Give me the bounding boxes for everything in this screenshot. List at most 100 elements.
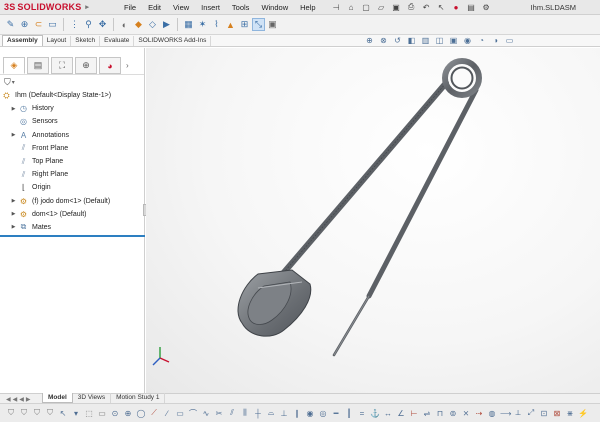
tab-model[interactable]: Model: [42, 393, 73, 403]
view-orientation-icon[interactable]: ◫: [434, 36, 445, 46]
pushpin-icon[interactable]: ⊣: [330, 3, 343, 12]
show-hidden-icon[interactable]: ◐: [118, 18, 131, 31]
menu-edit[interactable]: Edit: [142, 3, 167, 12]
quick-snaps-icon[interactable]: ⋇: [565, 409, 575, 418]
intersection-icon[interactable]: ⨯: [461, 409, 471, 418]
clearance-verification-icon[interactable]: ⊞: [238, 18, 251, 31]
tab-layout[interactable]: Layout: [43, 36, 72, 46]
solidworks-logo[interactable]: 3S SOLIDWORKS ▸: [0, 2, 118, 12]
point-icon[interactable]: ⊙: [110, 409, 120, 418]
tree-item-right-plane[interactable]: ⫽ Right Plane: [0, 168, 144, 181]
tab-3d-views[interactable]: 3D Views: [73, 393, 112, 403]
tree-rollback-bar[interactable]: [0, 235, 145, 237]
midline-icon[interactable]: ⊢: [409, 409, 419, 418]
tab-scroll-arrows-icon[interactable]: ◀◀◀▶: [6, 396, 42, 403]
rectangle-icon[interactable]: ▭: [175, 409, 185, 418]
linear-pattern-icon[interactable]: ⋮: [68, 18, 81, 31]
dynamic-annotation-icon[interactable]: ▥: [420, 36, 431, 46]
symmetric-icon[interactable]: ⇌: [422, 409, 432, 418]
vertical-icon[interactable]: ┃: [344, 409, 354, 418]
previous-view-icon[interactable]: ↺: [392, 36, 403, 46]
apply-scene-icon[interactable]: ◑: [490, 36, 501, 46]
safety-pin-model[interactable]: [146, 48, 600, 393]
edit-component-icon[interactable]: ✎: [4, 18, 17, 31]
menu-tools[interactable]: Tools: [226, 3, 256, 12]
arc-icon[interactable]: ⌒: [188, 408, 198, 419]
hide-show-items-icon[interactable]: ◉: [462, 36, 473, 46]
menu-view[interactable]: View: [167, 3, 195, 12]
feature-filter[interactable]: ⛉ ▾: [0, 75, 144, 89]
settings-gear-icon[interactable]: ⚙: [480, 3, 493, 12]
pierce-icon[interactable]: ⊚: [448, 409, 458, 418]
explode-line-sketch-icon[interactable]: ⌇: [210, 18, 223, 31]
fix-icon[interactable]: ⚓: [370, 409, 380, 418]
component-preview-icon[interactable]: ▭: [46, 18, 59, 31]
tree-item-top-plane[interactable]: ⫽ Top Plane: [0, 155, 144, 168]
filter-vertices-icon[interactable]: ⛉: [19, 408, 29, 418]
reference-triad[interactable]: [149, 345, 171, 367]
new-motion-study-icon[interactable]: ▶: [160, 18, 173, 31]
selection-dropdown-icon[interactable]: ▾: [71, 409, 81, 418]
axis-icon[interactable]: ⟋: [149, 408, 159, 418]
collinear-icon[interactable]: ⇢: [474, 409, 484, 418]
dimxpertmanager-tab-icon[interactable]: ⊕: [75, 57, 97, 74]
edit-appearance-icon[interactable]: ◔: [476, 36, 487, 46]
angle-icon[interactable]: ∠: [396, 409, 406, 418]
concentric-icon[interactable]: ◎: [318, 409, 328, 418]
tab-solidworks-add-ins[interactable]: SOLIDWORKS Add-Ins: [134, 36, 212, 46]
expand-caret-icon[interactable]: ▶: [9, 198, 18, 204]
tree-item-dom[interactable]: ▶ ⚙ dom<1> (Default): [0, 208, 144, 221]
tab-evaluate[interactable]: Evaluate: [100, 36, 135, 46]
mirror-icon[interactable]: ⫼: [240, 408, 250, 418]
view-settings-icon[interactable]: ▭: [504, 36, 515, 46]
spline-icon[interactable]: ∿: [201, 409, 211, 418]
zoom-to-fit-icon[interactable]: ⊕: [364, 36, 375, 46]
tab-sketch[interactable]: Sketch: [71, 36, 101, 46]
tree-item-front-plane[interactable]: ⫽ Front Plane: [0, 142, 144, 155]
graphics-area[interactable]: [146, 48, 600, 393]
horizontal-icon[interactable]: ━: [331, 409, 341, 418]
instant3d-icon[interactable]: ⤡: [252, 18, 265, 31]
featuremanager-tree-tab-icon[interactable]: ◈: [3, 57, 25, 74]
equal-icon[interactable]: =: [357, 409, 367, 418]
along-y-icon[interactable]: ⟂: [513, 408, 523, 418]
home-icon[interactable]: ⌂: [345, 3, 358, 12]
save-icon[interactable]: ▣: [390, 3, 403, 12]
mate-icon[interactable]: ⊂: [32, 18, 45, 31]
coradial-icon[interactable]: ◍: [487, 409, 497, 418]
interference-detection-icon[interactable]: ▲: [224, 18, 237, 31]
offset-icon[interactable]: ⫽: [227, 408, 237, 418]
merge-icon[interactable]: ⊓: [435, 409, 445, 418]
filter-toolbar-icon[interactable]: ⛉: [6, 408, 16, 418]
smart-fasteners-icon[interactable]: ⚲: [82, 18, 95, 31]
more-tabs-arrow-icon[interactable]: ›: [126, 57, 134, 74]
options-icon[interactable]: ▤: [465, 3, 478, 12]
expand-caret-icon[interactable]: ▶: [9, 211, 18, 217]
tangent-icon[interactable]: ⌓: [266, 408, 276, 418]
filter-icon[interactable]: ⛉: [4, 77, 11, 88]
tree-item-mates[interactable]: ▶ ⧉ Mates: [0, 221, 144, 234]
tab-motion-study-1[interactable]: Motion Study 1: [111, 393, 166, 403]
configurationmanager-tab-icon[interactable]: ⛶: [51, 57, 73, 74]
display-delete-relations-icon[interactable]: ⊠: [552, 409, 562, 418]
select-other-icon[interactable]: ▭: [97, 409, 107, 418]
filter-dropdown-icon[interactable]: ▾: [12, 79, 15, 86]
assembly-features-icon[interactable]: ◆: [132, 18, 145, 31]
expand-caret-icon[interactable]: ▶: [9, 224, 18, 230]
tree-item-origin[interactable]: ⌊ Origin: [0, 181, 144, 194]
along-z-icon[interactable]: ⤢: [526, 408, 536, 418]
select-arrow-icon[interactable]: ↖: [58, 409, 68, 418]
menu-insert[interactable]: Insert: [195, 3, 226, 12]
open-folder-icon[interactable]: ▱: [375, 3, 388, 12]
tree-item-jodo-dom[interactable]: ▶ ⚙ (f) jodo dom<1> (Default): [0, 195, 144, 208]
tree-item-annotations[interactable]: ▶ A Annotations: [0, 129, 144, 142]
bill-of-materials-icon[interactable]: ▦: [182, 18, 195, 31]
traffic-light-icon[interactable]: ●: [450, 3, 463, 12]
centerline-icon[interactable]: ┼: [253, 409, 263, 418]
update-speedpak-icon[interactable]: ▣: [266, 18, 279, 31]
circle-icon[interactable]: ◯: [136, 409, 146, 418]
trim-icon[interactable]: ✂: [214, 409, 224, 418]
display-style-icon[interactable]: ▣: [448, 36, 459, 46]
dimension-icon[interactable]: ↔: [383, 409, 393, 418]
lasso-icon[interactable]: ⬚: [84, 409, 94, 418]
